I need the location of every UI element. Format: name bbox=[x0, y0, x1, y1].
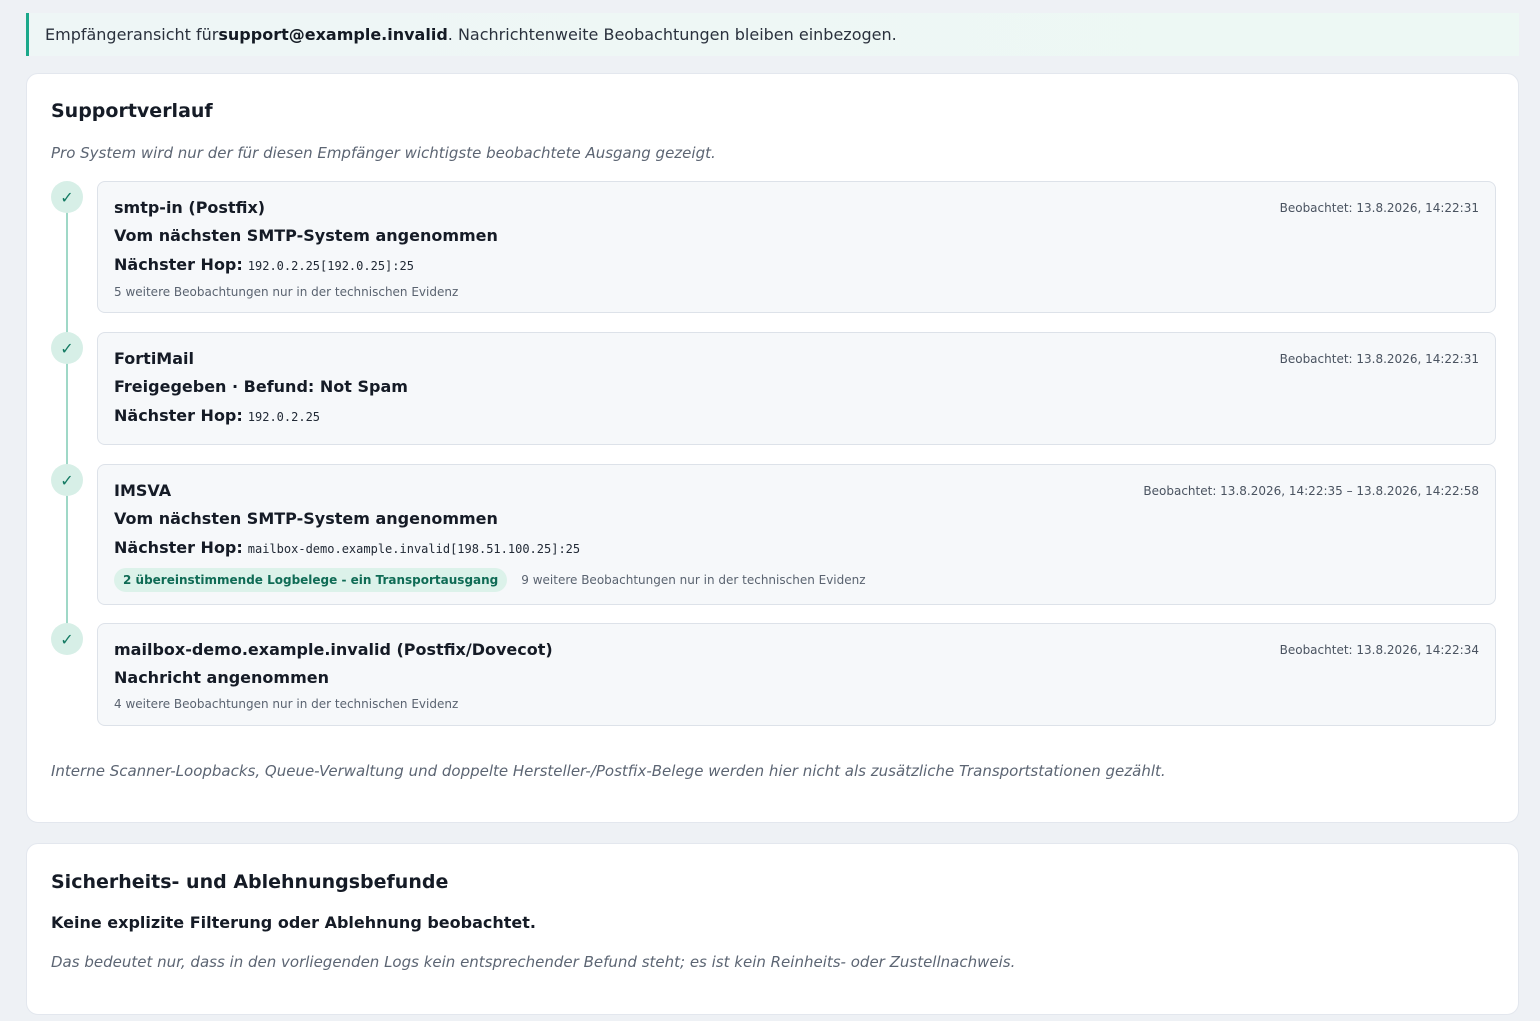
next-hop-label: Nächster Hop: bbox=[114, 406, 243, 425]
step-meta: 5 weitere Beobachtungen nur in der techn… bbox=[114, 285, 458, 299]
more-observations-note: 9 weitere Beobachtungen nur in der techn… bbox=[521, 573, 866, 587]
step-observed-time: Beobachtet: 13.8.2026, 14:22:34 bbox=[1279, 643, 1479, 657]
step-observed-time: Beobachtet: 13.8.2026, 14:22:31 bbox=[1279, 201, 1479, 215]
timeline-step-imsva[interactable]: IMSVA Beobachtet: 13.8.2026, 14:22:35 – … bbox=[97, 464, 1496, 605]
log-evidence-badge: 2 übereinstimmende Logbelege - ein Trans… bbox=[114, 568, 508, 592]
security-findings-title: Sicherheits- und Ablehnungsbefunde bbox=[51, 871, 449, 893]
step-meta: 2 übereinstimmende Logbelege - ein Trans… bbox=[114, 568, 866, 592]
step-next-hop: Nächster Hop: mailbox-demo.example.inval… bbox=[114, 538, 580, 557]
security-findings-subtitle: Keine explizite Filterung oder Ablehnung… bbox=[51, 913, 536, 932]
more-observations-note: 4 weitere Beobachtungen nur in der techn… bbox=[114, 697, 459, 711]
step-system-name: FortiMail bbox=[114, 349, 194, 368]
timeline-line bbox=[66, 197, 68, 639]
step-observed-time: Beobachtet: 13.8.2026, 14:22:31 bbox=[1279, 352, 1479, 366]
support-history-intro: Pro System wird nur der für diesen Empfä… bbox=[51, 144, 716, 162]
timeline-step-fortimail[interactable]: FortiMail Beobachtet: 13.8.2026, 14:22:3… bbox=[97, 332, 1496, 445]
check-icon: ✓ bbox=[51, 464, 83, 496]
banner-suffix: . Nachrichtenweite Beobachtungen bleiben… bbox=[447, 25, 897, 44]
step-next-hop: Nächster Hop: 192.0.2.25 bbox=[114, 406, 320, 425]
banner-prefix: Empfängeransicht für bbox=[45, 25, 219, 44]
step-status: Vom nächsten SMTP-System angenommen bbox=[114, 509, 498, 528]
step-system-name: smtp-in (Postfix) bbox=[114, 198, 266, 217]
support-history-card: Supportverlauf Pro System wird nur der f… bbox=[26, 73, 1519, 823]
timeline-step-mailbox[interactable]: mailbox-demo.example.invalid (Postfix/Do… bbox=[97, 623, 1496, 726]
step-next-hop: Nächster Hop: 192.0.2.25[192.0.25]:25 bbox=[114, 255, 414, 274]
step-status: Freigegeben · Befund: Not Spam bbox=[114, 377, 408, 396]
next-hop-value: mailbox-demo.example.invalid[198.51.100.… bbox=[247, 542, 581, 556]
check-icon: ✓ bbox=[51, 623, 83, 655]
step-system-name: IMSVA bbox=[114, 481, 172, 500]
timeline-step-smtp-in[interactable]: smtp-in (Postfix) Beobachtet: 13.8.2026,… bbox=[97, 181, 1496, 313]
banner-recipient: support@example.invalid bbox=[218, 25, 448, 44]
next-hop-label: Nächster Hop: bbox=[114, 255, 243, 274]
step-observed-time: Beobachtet: 13.8.2026, 14:22:35 – 13.8.2… bbox=[1143, 484, 1479, 498]
more-observations-note: 5 weitere Beobachtungen nur in der techn… bbox=[114, 285, 459, 299]
step-system-name: mailbox-demo.example.invalid (Postfix/Do… bbox=[114, 640, 553, 659]
recipient-view-banner: Empfängeransicht für support@example.inv… bbox=[26, 13, 1519, 56]
step-status: Nachricht angenommen bbox=[114, 668, 329, 687]
check-icon: ✓ bbox=[51, 332, 83, 364]
check-icon: ✓ bbox=[51, 181, 83, 213]
next-hop-value: 192.0.2.25[192.0.25]:25 bbox=[247, 259, 414, 273]
next-hop-value: 192.0.2.25 bbox=[247, 410, 321, 424]
security-findings-card: Sicherheits- und Ablehnungsbefunde Keine… bbox=[26, 843, 1519, 1015]
support-history-title: Supportverlauf bbox=[51, 100, 213, 122]
step-meta: 4 weitere Beobachtungen nur in der techn… bbox=[114, 697, 458, 711]
step-status: Vom nächsten SMTP-System angenommen bbox=[114, 226, 498, 245]
support-history-footnote: Interne Scanner-Loopbacks, Queue-Verwalt… bbox=[51, 762, 1166, 780]
next-hop-label: Nächster Hop: bbox=[114, 538, 243, 557]
security-findings-note: Das bedeutet nur, dass in den vorliegend… bbox=[51, 953, 1016, 971]
